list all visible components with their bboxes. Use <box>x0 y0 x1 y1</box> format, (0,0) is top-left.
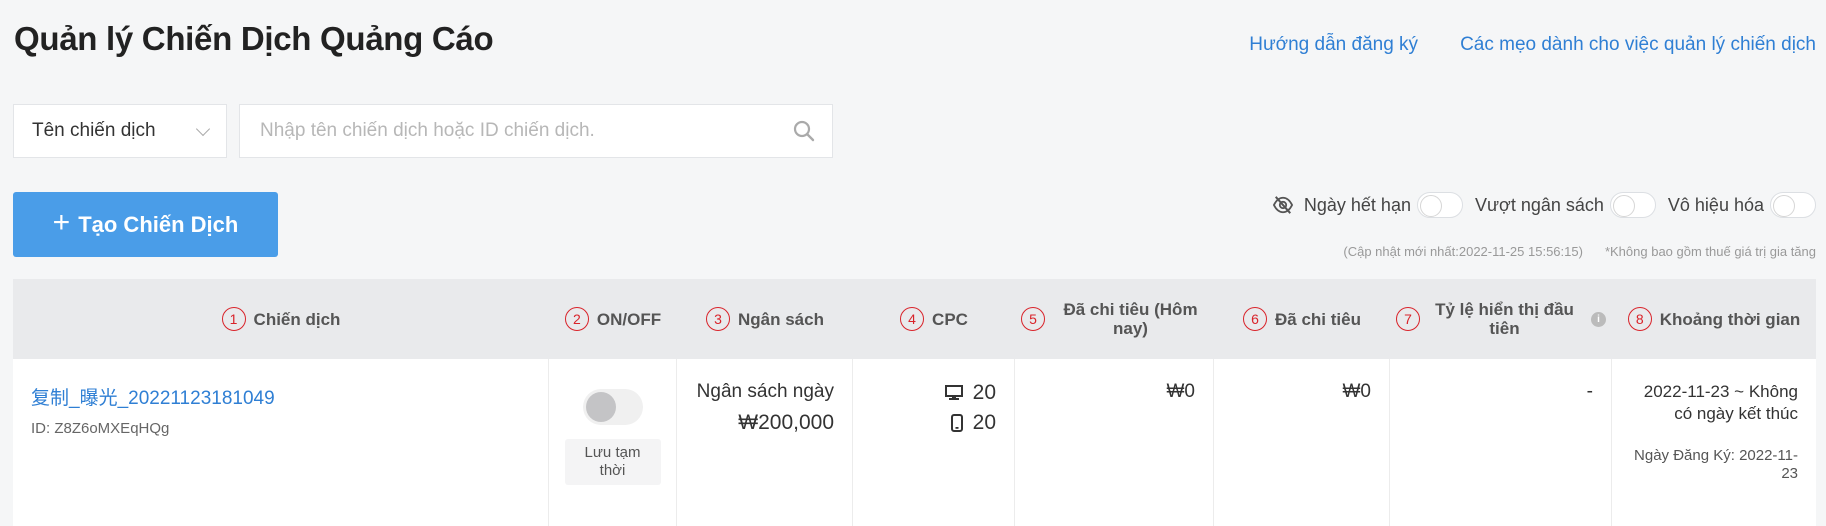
desktop-icon <box>944 385 963 400</box>
cpc-cell: 20 20 <box>853 359 1015 526</box>
chevron-down-icon <box>195 121 211 136</box>
spent-today-cell: ₩0 <box>1015 359 1214 526</box>
column-header-spent: 6 Đã chi tiêu <box>1214 279 1390 359</box>
number-badge: 5 <box>1021 307 1045 331</box>
search-box <box>239 104 833 158</box>
number-badge: 3 <box>706 307 730 331</box>
column-header-onoff: 2 ON/OFF <box>549 279 677 359</box>
first-impression-cell: - <box>1390 359 1612 526</box>
last-updated-text: (Cập nhật mới nhất:2022-11-25 15:56:15) <box>1343 244 1583 259</box>
expired-filter-toggle[interactable] <box>1416 192 1463 218</box>
number-badge: 4 <box>900 307 925 331</box>
spent-cell: ₩0 <box>1214 359 1390 526</box>
spent-today-value: ₩0 <box>1166 381 1196 402</box>
period-cell: 2022-11-23 ~ Không có ngày kết thúc Ngày… <box>1612 359 1816 526</box>
over-budget-filter-toggle[interactable] <box>1609 192 1656 218</box>
column-label: CPC <box>932 309 968 329</box>
registration-date: Ngày Đăng Ký: 2022-11-23 <box>1634 447 1798 482</box>
cpc-mobile-value: 20 <box>972 411 996 434</box>
plus-icon: + <box>52 206 71 239</box>
mobile-icon <box>950 414 963 432</box>
budget-cell: Ngân sách ngày ₩200,000 <box>677 359 853 526</box>
disabled-filter-label: Vô hiệu hóa <box>1667 194 1764 215</box>
search-row: Tên chiến dịch <box>13 104 833 158</box>
filter-toggles: Ngày hết hạn Vượt ngân sách Vô hiệu hóa <box>1272 192 1816 218</box>
vat-note: *Không bao gồm thuế giá trị gia tăng <box>1604 244 1816 259</box>
header-links: Hướng dẫn đăng ký Các mẹo dành cho việc … <box>1249 34 1816 56</box>
column-label: Đã chi tiêu (Hôm nay) <box>1063 300 1198 338</box>
column-header-campaign: 1 Chiến dịch <box>13 279 549 359</box>
number-badge: 8 <box>1627 307 1652 331</box>
number-badge: 6 <box>1243 307 1268 331</box>
campaign-tips-link[interactable]: Các mẹo dành cho việc quản lý chiến dịch <box>1460 34 1816 56</box>
spent-value: ₩0 <box>1342 381 1372 402</box>
info-icon[interactable]: i <box>1591 311 1606 327</box>
budget-type: Ngân sách ngày <box>696 381 834 402</box>
column-label: Ngân sách <box>738 309 824 329</box>
page-title: Quản lý Chiến Dịch Quảng Cáo <box>14 20 494 57</box>
column-header-first-impression: 7 Tỷ lệ hiển thị đầu tiên i <box>1390 279 1612 359</box>
disabled-filter-toggle[interactable] <box>1770 192 1816 218</box>
column-label: Tỷ lệ hiển thị đầu tiên <box>1435 300 1574 338</box>
column-header-period: 8 Khoảng thời gian <box>1612 279 1816 359</box>
column-label: Đã chi tiêu <box>1275 309 1361 329</box>
eye-off-icon <box>1272 196 1293 214</box>
search-type-select[interactable]: Tên chiến dịch <box>13 104 227 158</box>
campaign-onoff-toggle[interactable] <box>582 389 643 425</box>
search-type-value: Tên chiến dịch <box>32 120 156 141</box>
cpc-desktop-value: 20 <box>972 381 996 404</box>
table-header: 1 Chiến dịch 2 ON/OFF 3 Ngân sách 4 CPC … <box>13 279 1816 359</box>
budget-value: ₩200,000 <box>738 411 834 434</box>
draft-status-badge: Lưu tạm thời <box>564 439 661 485</box>
create-campaign-label: Tạo Chiến Dịch <box>78 211 239 237</box>
column-header-budget: 3 Ngân sách <box>677 279 853 359</box>
column-label: Chiến dịch <box>253 309 341 329</box>
search-icon[interactable] <box>792 119 816 143</box>
registration-guide-link[interactable]: Hướng dẫn đăng ký <box>1249 34 1418 56</box>
column-label: Khoảng thời gian <box>1659 309 1801 329</box>
search-input[interactable] <box>260 120 780 142</box>
onoff-cell: Lưu tạm thời <box>549 359 677 526</box>
create-campaign-button[interactable]: + Tạo Chiến Dịch <box>13 192 278 257</box>
column-header-cpc: 4 CPC <box>853 279 1015 359</box>
table-row: 复制_曝光_20221123181049 ID: Z8Z6oMXEqHQg Lư… <box>13 359 1816 526</box>
column-label: ON/OFF <box>596 309 662 329</box>
number-badge: 1 <box>221 307 246 331</box>
over-budget-filter-label: Vượt ngân sách <box>1474 194 1604 215</box>
number-badge: 7 <box>1396 307 1420 331</box>
column-header-spent-today: 5 Đã chi tiêu (Hôm nay) <box>1015 279 1214 359</box>
campaign-name-link[interactable]: 复制_曝光_20221123181049 <box>31 383 530 410</box>
first-impression-value: - <box>1586 381 1593 402</box>
campaign-table: 1 Chiến dịch 2 ON/OFF 3 Ngân sách 4 CPC … <box>13 279 1816 526</box>
campaign-cell: 复制_曝光_20221123181049 ID: Z8Z6oMXEqHQg <box>13 359 549 526</box>
period-range: 2022-11-23 ~ Không có ngày kết thúc <box>1643 382 1798 423</box>
update-notes: (Cập nhật mới nhất:2022-11-25 15:56:15) … <box>1343 244 1816 259</box>
number-badge: 2 <box>564 307 589 331</box>
expired-filter-label: Ngày hết hạn <box>1303 194 1411 215</box>
campaign-id: ID: Z8Z6oMXEqHQg <box>31 420 170 437</box>
